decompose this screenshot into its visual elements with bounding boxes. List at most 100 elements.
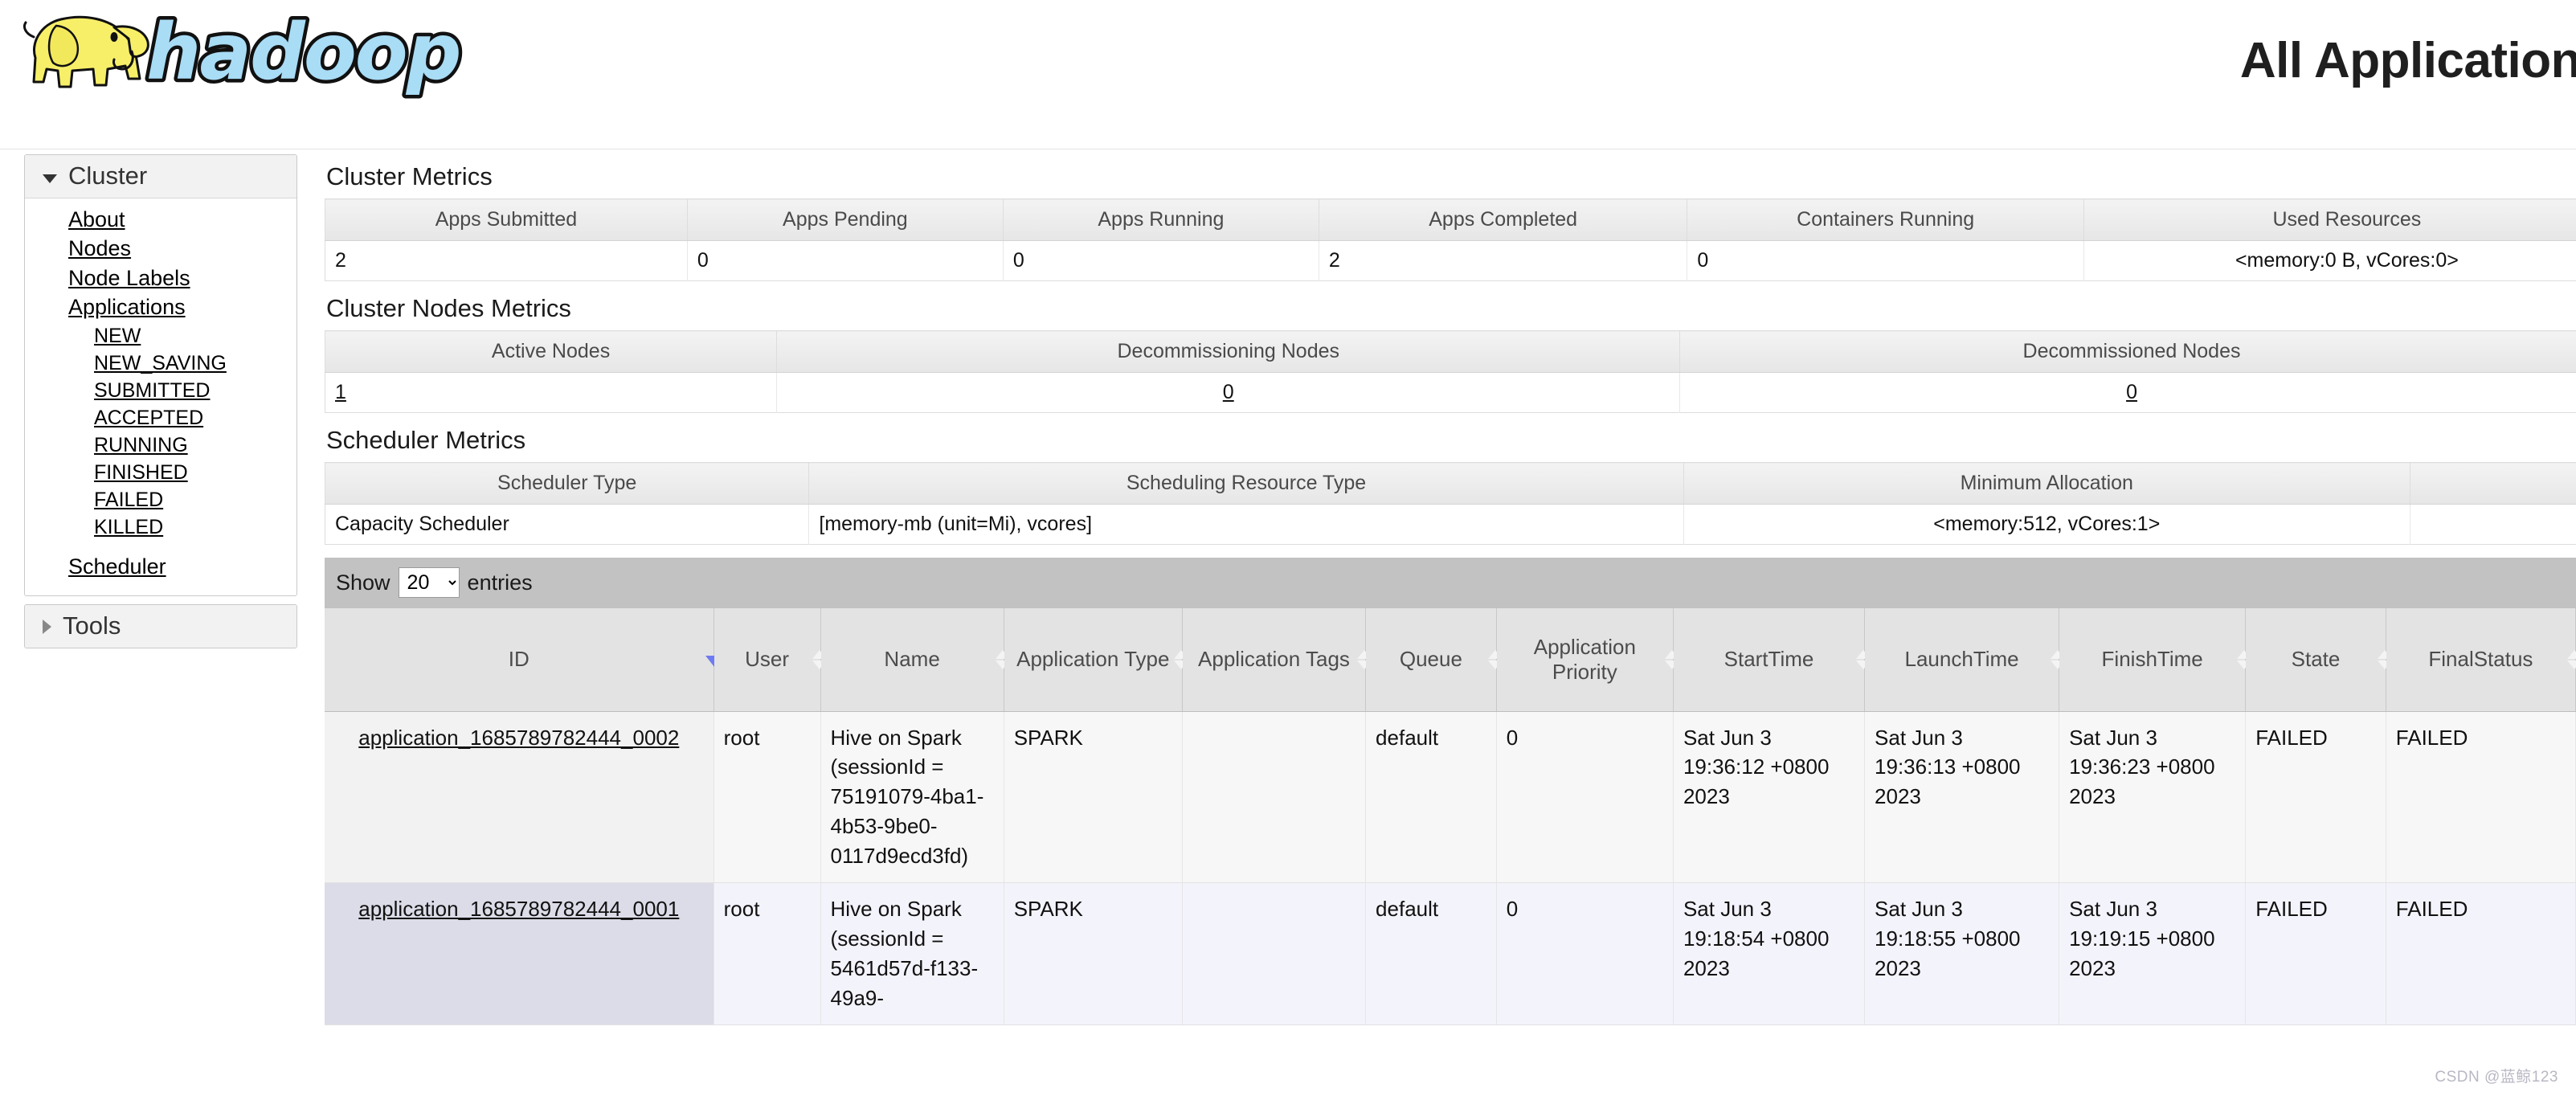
th-user[interactable]: User <box>714 608 827 712</box>
page-title: All Applications <box>2239 33 2576 88</box>
col-scheduling-resource-type: Scheduling Resource Type <box>808 462 1684 505</box>
watermark: CSDN @蓝鲸123 <box>2435 1069 2558 1086</box>
cluster-metrics-title: Cluster Metrics <box>326 162 493 190</box>
cluster-metrics-header-row: Apps Submitted Apps Pending Apps Running… <box>325 198 2576 241</box>
page-size-select[interactable]: 20406080100 <box>398 567 460 598</box>
cell-state: FAILED <box>2245 882 2386 1025</box>
cell-state: FAILED <box>2245 711 2386 884</box>
sidebar-item-new[interactable]: NEW <box>25 322 296 350</box>
cell-starttime: Sat Jun 3 19:18:54 +0800 2023 <box>1673 882 1866 1025</box>
cell-id: application_1685789782444_0001 <box>325 882 714 1025</box>
sidebar-item-new-saving[interactable]: NEW_SAVING <box>25 350 296 377</box>
th-application-tags[interactable]: Application Tags <box>1182 608 1372 712</box>
cluster-nodes-metrics-clip: Active Nodes Decommissioning Nodes Decom… <box>325 330 2576 413</box>
sidebar-item-node-labels[interactable]: Node Labels <box>25 264 296 293</box>
scheduler-metrics-table: Scheduler Type Scheduling Resource Type … <box>325 462 2576 545</box>
cluster-metrics-clip: Apps Submitted Apps Pending Apps Running… <box>325 198 2576 281</box>
val-maximum-allocation: <memory:12288, vCores:8> <box>2410 504 2576 545</box>
application-id-link[interactable]: application_1685789782444_0002 <box>358 726 679 750</box>
val-decommissioning-nodes: 0 <box>776 372 1681 413</box>
th-name[interactable]: Name <box>820 608 1010 712</box>
th-id[interactable]: ID <box>325 608 723 712</box>
th-starttime[interactable]: StartTime <box>1673 608 1871 712</box>
val-apps-running: 0 <box>1003 240 1319 281</box>
cluster-metrics-value-row: 2 0 0 2 0 <memory:0 B, vCores:0> <memory… <box>325 240 2576 281</box>
chevron-right-icon[interactable] <box>43 619 51 634</box>
sidebar-cluster-title: Cluster <box>68 162 148 190</box>
cell-queue: default <box>1365 711 1497 884</box>
cell-finishtime: Sat Jun 3 19:36:23 +0800 2023 <box>2059 711 2247 884</box>
col-apps-submitted: Apps Submitted <box>325 198 688 241</box>
svg-text:hadoop: hadoop <box>146 7 460 97</box>
nodes-metrics-header-row: Active Nodes Decommissioning Nodes Decom… <box>325 330 2576 373</box>
cell-application-tags <box>1182 711 1367 884</box>
scheduler-metrics-header-row: Scheduler Type Scheduling Resource Type … <box>325 462 2576 505</box>
th-queue[interactable]: Queue <box>1365 608 1503 712</box>
scheduler-metrics-value-row: Capacity Scheduler [memory-mb (unit=Mi),… <box>325 504 2576 545</box>
sidebar-item-applications[interactable]: Applications <box>25 292 296 322</box>
th-finishtime[interactable]: FinishTime <box>2059 608 2252 712</box>
chevron-down-icon[interactable] <box>43 174 57 183</box>
col-apps-pending: Apps Pending <box>687 198 1004 241</box>
cell-application-priority: 0 <box>1496 882 1674 1025</box>
th-finalstatus[interactable]: FinalStatus <box>2386 608 2576 712</box>
hadoop-logo[interactable]: hadoop hadoop <box>11 2 493 102</box>
applications-table: ID User Name Application Type Applicatio… <box>325 608 2576 1025</box>
cluster-metrics-table: Apps Submitted Apps Pending Apps Running… <box>325 198 2576 281</box>
cell-application-tags <box>1182 882 1367 1025</box>
table-row[interactable]: application_1685789782444_0002 root Hive… <box>325 711 2576 884</box>
cell-launchtime: Sat Jun 3 19:36:13 +0800 2023 <box>1864 711 2060 884</box>
val-apps-completed: 2 <box>1319 240 1688 281</box>
col-apps-completed: Apps Completed <box>1319 198 1688 241</box>
cell-application-priority: 0 <box>1496 711 1674 884</box>
sidebar-item-running[interactable]: RUNNING <box>25 431 296 459</box>
th-launchtime[interactable]: LaunchTime <box>1864 608 2066 712</box>
sidebar-item-about[interactable]: About <box>25 205 296 235</box>
col-scheduler-type: Scheduler Type <box>325 462 810 505</box>
col-maximum-allocation: Maximum Allocation <box>2410 462 2576 505</box>
active-nodes-link[interactable]: 1 <box>335 381 346 403</box>
table-row[interactable]: application_1685789782444_0001 root Hive… <box>325 882 2576 1025</box>
sidebar-item-killed[interactable]: KILLED <box>25 513 296 541</box>
col-apps-running: Apps Running <box>1003 198 1319 241</box>
cell-finalstatus: FAILED <box>2386 711 2576 884</box>
cell-launchtime: Sat Jun 3 19:18:55 +0800 2023 <box>1864 882 2060 1025</box>
val-minimum-allocation: <memory:512, vCores:1> <box>1683 504 2410 545</box>
sidebar-item-scheduler[interactable]: Scheduler <box>25 552 296 582</box>
th-application-priority[interactable]: Application Priority <box>1496 608 1679 712</box>
sidebar-item-nodes[interactable]: Nodes <box>25 234 296 264</box>
main-content: Cluster Metrics Apps Submitted Apps Pend… <box>325 149 2576 1025</box>
sidebar-cluster-header[interactable]: Cluster <box>25 155 296 198</box>
cell-user: root <box>714 882 821 1025</box>
applications-datatable: Show 20406080100 entries ID User Name Ap… <box>325 558 2576 1025</box>
sidebar-item-accepted[interactable]: ACCEPTED <box>25 404 296 431</box>
decommissioning-nodes-link[interactable]: 0 <box>1223 381 1234 403</box>
val-scheduler-type: Capacity Scheduler <box>325 504 810 545</box>
nodes-metrics-value-row: 1 0 0 0 <box>325 372 2576 413</box>
cell-finalstatus: FAILED <box>2386 882 2576 1025</box>
scheduler-metrics-title: Scheduler Metrics <box>326 426 526 454</box>
col-containers-running: Containers Running <box>1687 198 2084 241</box>
cluster-nodes-metrics-title: Cluster Nodes Metrics <box>326 294 571 322</box>
col-active-nodes: Active Nodes <box>325 330 778 373</box>
sidebar-tools-header[interactable]: Tools <box>25 605 296 648</box>
col-used-resources: Used Resources <box>2083 198 2576 241</box>
th-application-type[interactable]: Application Type <box>1004 608 1188 712</box>
application-id-link[interactable]: application_1685789782444_0001 <box>358 897 679 921</box>
decommissioned-nodes-link[interactable]: 0 <box>2126 381 2137 403</box>
sidebar-panel-tools: Tools <box>24 604 297 648</box>
sidebar-item-submitted[interactable]: SUBMITTED <box>25 377 296 404</box>
val-decommissioned-nodes: 0 <box>1679 372 2576 413</box>
val-scheduling-resource-type: [memory-mb (unit=Mi), vcores] <box>808 504 1684 545</box>
cell-starttime: Sat Jun 3 19:36:12 +0800 2023 <box>1673 711 1866 884</box>
cell-id: application_1685789782444_0002 <box>325 711 714 884</box>
cell-user: root <box>714 711 821 884</box>
cell-finishtime: Sat Jun 3 19:19:15 +0800 2023 <box>2059 882 2247 1025</box>
cluster-nodes-metrics-table: Active Nodes Decommissioning Nodes Decom… <box>325 330 2576 413</box>
sidebar-item-finished[interactable]: FINISHED <box>25 459 296 486</box>
col-minimum-allocation: Minimum Allocation <box>1683 462 2410 505</box>
cell-name: Hive on Spark (sessionId = 5461d57d-f133… <box>820 882 1004 1025</box>
page-header: hadoop hadoop All Applications <box>0 0 2576 149</box>
sidebar-item-failed[interactable]: FAILED <box>25 486 296 513</box>
th-state[interactable]: State <box>2245 608 2392 712</box>
